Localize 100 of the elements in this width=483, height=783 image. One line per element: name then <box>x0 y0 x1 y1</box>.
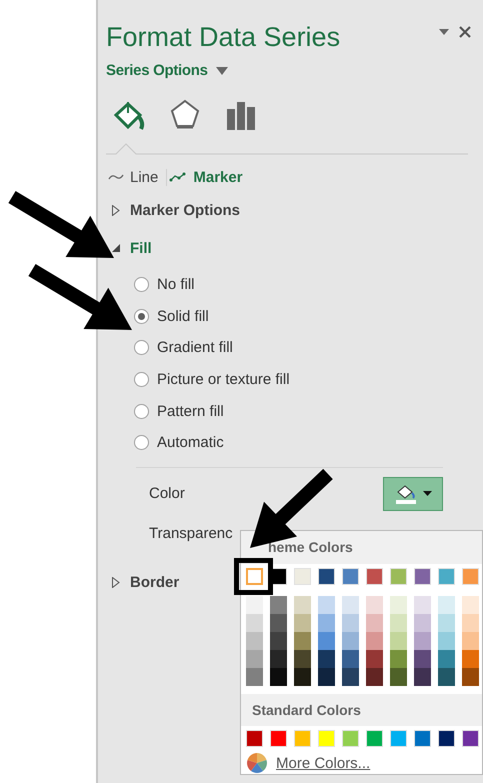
color-swatch[interactable] <box>246 668 263 686</box>
radio-option[interactable]: Solid fill <box>134 300 483 332</box>
color-swatch[interactable] <box>390 730 407 747</box>
color-swatch[interactable] <box>366 568 383 584</box>
caret-icon <box>216 66 228 74</box>
color-swatch[interactable] <box>294 614 311 632</box>
radio-button[interactable] <box>134 435 149 450</box>
color-swatch[interactable] <box>462 596 479 614</box>
color-swatch[interactable] <box>390 614 407 632</box>
color-swatch[interactable] <box>246 596 263 614</box>
color-swatch[interactable] <box>294 568 311 584</box>
color-swatch[interactable] <box>342 614 359 632</box>
subtab[interactable]: Marker <box>166 168 251 186</box>
color-swatch[interactable] <box>366 632 383 650</box>
color-swatch[interactable] <box>462 730 479 747</box>
close-icon[interactable] <box>459 26 471 38</box>
radio-option[interactable]: Automatic <box>134 426 483 459</box>
color-swatch[interactable] <box>270 632 287 650</box>
paint-bucket-icon <box>113 99 145 131</box>
color-label: Color <box>149 485 185 502</box>
color-swatch[interactable] <box>246 614 263 632</box>
color-swatch[interactable] <box>414 596 431 614</box>
color-swatch[interactable] <box>246 568 263 584</box>
color-swatch[interactable] <box>390 596 407 614</box>
color-swatch[interactable] <box>318 596 335 614</box>
series-options-menu[interactable]: Series Options <box>106 62 228 79</box>
paint-bucket-icon <box>394 484 416 504</box>
color-swatch[interactable] <box>462 568 479 584</box>
radio-button[interactable] <box>134 277 149 292</box>
radio-option[interactable]: Picture or texture fill <box>134 364 483 396</box>
color-swatch[interactable] <box>414 568 431 584</box>
color-swatch[interactable] <box>438 730 455 747</box>
color-swatch[interactable] <box>318 614 335 632</box>
color-swatch[interactable] <box>414 730 431 747</box>
section-header[interactable]: Fill <box>112 229 483 267</box>
color-swatch[interactable] <box>246 730 263 747</box>
color-swatch[interactable] <box>342 596 359 614</box>
color-swatch[interactable] <box>342 568 359 584</box>
color-swatch[interactable] <box>462 614 479 632</box>
color-swatch[interactable] <box>462 668 479 686</box>
subtab[interactable]: Line <box>106 168 166 186</box>
color-swatch[interactable] <box>294 650 311 668</box>
expand-icon <box>112 577 120 588</box>
color-swatch[interactable] <box>366 730 383 747</box>
color-swatch[interactable] <box>318 650 335 668</box>
color-swatch[interactable] <box>414 650 431 668</box>
color-swatch[interactable] <box>390 632 407 650</box>
radio-option[interactable]: Pattern fill <box>134 395 483 427</box>
color-swatch[interactable] <box>342 668 359 686</box>
color-swatch[interactable] <box>438 668 455 686</box>
pane-title: Format Data Series <box>106 21 340 54</box>
color-swatch[interactable] <box>462 632 479 650</box>
color-swatch[interactable] <box>270 730 287 747</box>
color-swatch[interactable] <box>366 650 383 668</box>
dropdown-icon[interactable] <box>439 29 449 35</box>
color-swatch[interactable] <box>270 596 287 614</box>
color-swatch[interactable] <box>270 650 287 668</box>
radio-button[interactable] <box>134 308 149 324</box>
color-swatch[interactable] <box>294 668 311 686</box>
color-swatch[interactable] <box>318 730 335 747</box>
section-header[interactable]: Border <box>112 564 483 602</box>
radio-option[interactable]: No fill <box>134 269 483 301</box>
color-swatch[interactable] <box>342 650 359 668</box>
color-swatch[interactable] <box>318 632 335 650</box>
color-swatch[interactable] <box>246 632 263 650</box>
color-swatch[interactable] <box>246 650 263 668</box>
color-swatch[interactable] <box>438 650 455 668</box>
color-swatch[interactable] <box>390 668 407 686</box>
color-swatch[interactable] <box>366 614 383 632</box>
radio-button[interactable] <box>134 340 149 356</box>
color-swatch[interactable] <box>318 668 335 686</box>
color-swatch[interactable] <box>462 650 479 668</box>
color-swatch[interactable] <box>390 568 407 584</box>
color-swatch[interactable] <box>342 730 359 747</box>
color-swatch[interactable] <box>414 668 431 686</box>
color-swatch[interactable] <box>438 632 455 650</box>
color-swatch[interactable] <box>270 614 287 632</box>
color-swatch[interactable] <box>414 632 431 650</box>
fill-color-button[interactable] <box>383 476 443 511</box>
marker-line-icon <box>169 172 188 182</box>
more-colors-link[interactable]: More Colors... <box>241 747 482 774</box>
color-swatch[interactable] <box>366 668 383 686</box>
highlight-frame <box>234 558 273 595</box>
expand-icon <box>112 204 120 216</box>
radio-button[interactable] <box>134 372 149 388</box>
radio-button[interactable] <box>134 404 149 419</box>
color-swatch[interactable] <box>294 596 311 614</box>
color-swatch[interactable] <box>414 614 431 632</box>
radio-option[interactable]: Gradient fill <box>134 332 483 364</box>
color-swatch[interactable] <box>438 568 455 584</box>
color-swatch[interactable] <box>342 632 359 650</box>
color-swatch[interactable] <box>438 596 455 614</box>
color-swatch[interactable] <box>318 568 335 584</box>
color-swatch[interactable] <box>270 668 287 686</box>
color-swatch[interactable] <box>294 632 311 650</box>
section-header[interactable]: Marker Options <box>112 191 483 229</box>
color-swatch[interactable] <box>294 730 311 747</box>
color-swatch[interactable] <box>390 650 407 668</box>
color-swatch[interactable] <box>366 596 383 614</box>
color-swatch[interactable] <box>438 614 455 632</box>
